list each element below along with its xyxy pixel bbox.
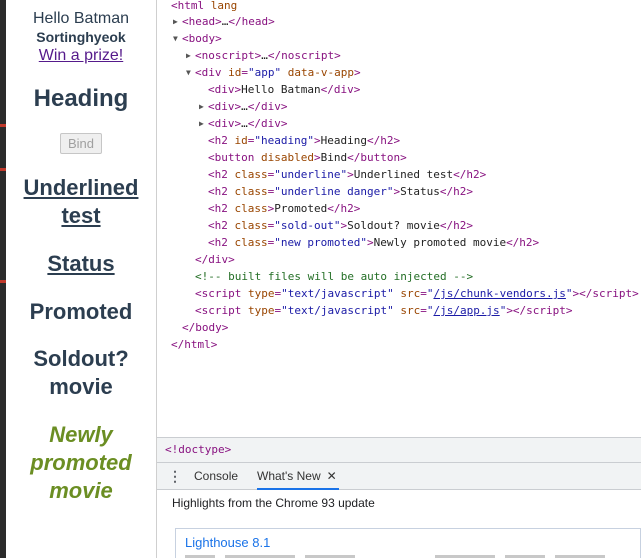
expand-arrow-icon[interactable]: ▶ — [199, 116, 204, 132]
tab-whats-new[interactable]: What's New ✕ — [257, 463, 339, 490]
tree-node-div-app[interactable]: <div id="app" data-v-app> — [195, 65, 361, 82]
username-text: Sortinghyeok — [36, 29, 126, 45]
expand-arrow-icon[interactable]: ▶ — [199, 99, 204, 115]
tab-whats-new-label: What's New — [257, 469, 321, 483]
tree-node-head[interactable]: <head>…</head> — [182, 14, 275, 31]
tree-node-div-close[interactable]: </div> — [195, 252, 235, 269]
underlined-line-1: Underlined — [23, 175, 139, 200]
underlined-line-2: test — [61, 203, 101, 228]
tab-console[interactable]: Console — [194, 463, 238, 490]
new-line-3: movie — [49, 478, 113, 503]
underlined-heading: Underlined test — [6, 174, 156, 230]
collapse-arrow-icon[interactable]: ▼ — [186, 65, 191, 81]
breadcrumb: <!doctype> — [157, 437, 641, 462]
soldout-line-1: Soldout? — [33, 346, 129, 371]
tree-node-script-vendors[interactable]: <script type="text/javascript" src="/js/… — [195, 286, 639, 303]
more-options-icon[interactable]: ⋮ — [168, 469, 182, 483]
tree-node-h2-status[interactable]: <h2 class="underline danger">Status</h2> — [208, 184, 473, 201]
soldout-heading: Soldout? movie — [6, 345, 156, 401]
card-title-link[interactable]: Lighthouse 8.1 — [185, 535, 270, 551]
tree-node-h2-promoted[interactable]: <h2 class>Promoted</h2> — [208, 201, 360, 218]
script-src-link[interactable]: /js/chunk-vendors.js — [433, 287, 565, 300]
collapse-arrow-icon[interactable]: ▼ — [173, 31, 178, 47]
tree-node-h2-underline[interactable]: <h2 class="underline">Underlined test</h… — [208, 167, 486, 184]
card-subtext-cropped — [185, 555, 605, 558]
drawer-tabbar: ⋮ Console What's New ✕ — [157, 462, 641, 490]
promoted-heading: Promoted — [29, 299, 133, 324]
expand-arrow-icon[interactable]: ▶ — [173, 14, 178, 30]
status-heading: Status — [47, 251, 115, 276]
rendered-page: Hello Batman Sortinghyeok Win a prize! H… — [6, 0, 156, 558]
prize-link[interactable]: Win a prize! — [6, 46, 156, 65]
tree-node-div-collapsed[interactable]: <div>…</div> — [208, 116, 288, 133]
hello-text: Hello Batman — [32, 10, 130, 27]
tree-node-body[interactable]: <body> — [182, 31, 222, 48]
breadcrumb-item[interactable]: <!doctype> — [165, 443, 231, 457]
tree-node-div-collapsed[interactable]: <div>…</div> — [208, 99, 288, 116]
tree-node-html-close[interactable]: </html> — [171, 337, 217, 354]
tree-node-hello[interactable]: <div>Hello Batman</div> — [208, 82, 360, 99]
tree-node-h2-heading[interactable]: <h2 id="heading">Heading</h2> — [208, 133, 400, 150]
tree-node-html[interactable]: <html lang — [171, 0, 237, 15]
tree-node-script-app[interactable]: <script type="text/javascript" src="/js/… — [195, 303, 573, 320]
tree-node-button[interactable]: <button disabled>Bind</button> — [208, 150, 407, 167]
whats-new-panel: Highlights from the Chrome 93 update Lig… — [157, 490, 641, 558]
elements-tree: <html lang ▶ <head>…</head> ▼ <body> ▶ <… — [157, 0, 641, 437]
tree-node-h2-new-promoted[interactable]: <h2 class="new promoted">Newly promoted … — [208, 235, 539, 252]
tree-node-comment[interactable]: <!-- built files will be auto injected -… — [195, 269, 473, 286]
highlights-text: Highlights from the Chrome 93 update — [172, 496, 375, 510]
new-promoted-heading: Newly promoted movie — [6, 421, 156, 505]
tree-node-body-close[interactable]: </body> — [182, 320, 228, 337]
feature-card[interactable]: Lighthouse 8.1 — [175, 528, 641, 558]
expand-arrow-icon[interactable]: ▶ — [186, 48, 191, 64]
new-line-2: promoted — [30, 450, 132, 475]
page-heading: Heading — [33, 85, 129, 112]
script-src-link[interactable]: /js/app.js — [433, 304, 499, 317]
new-line-1: Newly — [49, 422, 113, 447]
bind-button[interactable]: Bind — [60, 133, 102, 154]
tree-node-noscript[interactable]: <noscript>…</noscript> — [195, 48, 341, 65]
soldout-line-2: movie — [49, 374, 113, 399]
tree-node-h2-soldout[interactable]: <h2 class="sold-out">Soldout? movie</h2> — [208, 218, 473, 235]
close-icon[interactable]: ✕ — [327, 463, 337, 490]
